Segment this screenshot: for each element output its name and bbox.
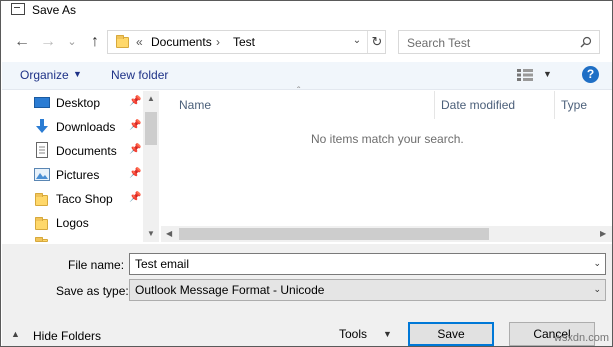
save-options-area: File name: Test email ⌄ Save as type: Ou… <box>2 244 612 346</box>
folder-icon <box>35 193 48 206</box>
address-divider <box>367 31 368 53</box>
scrollbar-thumb[interactable] <box>145 112 157 145</box>
breadcrumb-documents[interactable]: Documents <box>151 35 212 49</box>
window-icon <box>11 3 25 15</box>
document-icon <box>36 142 48 158</box>
save-as-type-select[interactable]: Outlook Message Format - Unicode ⌄ <box>129 279 606 301</box>
tools-button[interactable]: Tools <box>339 327 367 341</box>
save-button[interactable]: Save <box>408 322 494 346</box>
pin-icon: 📌 <box>129 168 142 179</box>
save-as-type-value: Outlook Message Format - Unicode <box>135 283 325 297</box>
column-divider <box>434 91 435 119</box>
file-name-label: File name: <box>68 258 125 272</box>
sort-indicator-icon: ˆ <box>297 86 301 97</box>
column-divider <box>554 91 555 119</box>
folder-icon <box>35 217 48 230</box>
save-as-type-label: Save as type: <box>56 284 129 298</box>
help-icon[interactable]: ? <box>582 66 599 83</box>
scroll-right-icon[interactable]: ▶ <box>600 229 606 238</box>
title-bar: Save As <box>1 1 612 21</box>
pictures-icon <box>34 168 50 181</box>
overflow-chevron[interactable]: « <box>136 35 143 49</box>
empty-folder-message: No items match your search. <box>311 132 464 146</box>
search-input[interactable]: Search Test <box>407 36 470 50</box>
column-header-type[interactable]: Type <box>561 98 587 112</box>
organize-button[interactable]: Organize <box>20 68 69 82</box>
file-list-scrollbar[interactable]: ◀ ▶ <box>161 226 612 242</box>
pin-icon: 📌 <box>129 120 142 131</box>
window-title: Save As <box>32 3 77 17</box>
collapse-icon[interactable]: ▲ <box>11 329 20 339</box>
new-folder-button[interactable]: New folder <box>111 68 168 82</box>
scroll-down-icon[interactable]: ▼ <box>147 229 155 238</box>
scroll-left-icon[interactable]: ◀ <box>166 229 172 238</box>
forward-button[interactable]: → <box>39 32 57 52</box>
hide-folders-button[interactable]: Hide Folders <box>33 329 101 343</box>
sidebar-item-label: Documents <box>56 144 117 158</box>
navigation-pane: Desktop 📌 Downloads 📌 Documents 📌 Pictur… <box>2 91 159 242</box>
address-dropdown-icon[interactable]: ⌄ <box>350 35 364 46</box>
chevron-down-icon[interactable]: ⌄ <box>593 258 601 269</box>
scrollbar-thumb[interactable] <box>179 228 489 240</box>
download-icon <box>36 119 48 133</box>
file-name-field[interactable]: Test email ⌄ <box>129 253 606 275</box>
sidebar-item-label: Desktop <box>56 96 101 110</box>
file-name-value[interactable]: Test email <box>135 257 189 271</box>
folder-icon <box>116 35 129 48</box>
breadcrumb-separator: › <box>216 35 220 49</box>
recent-locations-button[interactable]: ⌄ <box>65 32 79 52</box>
up-button[interactable]: ↑ <box>87 32 103 52</box>
column-header-name[interactable]: Name <box>179 98 211 112</box>
pin-icon: 📌 <box>129 96 142 107</box>
organize-dropdown-icon[interactable]: ▼ <box>73 69 82 79</box>
search-box[interactable]: Search Test <box>398 30 600 54</box>
command-bar: Organize ▼ New folder ▼ ? <box>2 62 612 90</box>
breadcrumb-test[interactable]: Test <box>233 35 255 49</box>
back-button[interactable]: ← <box>13 32 31 52</box>
chevron-down-icon[interactable]: ⌄ <box>593 284 601 295</box>
file-list-pane: ˆ Name Date modified Type No items match… <box>161 86 612 242</box>
folder-icon <box>35 237 48 242</box>
navigation-scrollbar[interactable]: ▲ ▼ <box>143 91 159 242</box>
sidebar-item-label: Taco Shop <box>56 192 113 206</box>
tools-dropdown-icon[interactable]: ▼ <box>383 329 392 339</box>
save-as-dialog: Save As ← → ⌄ ↑ « Documents › Test ⌄ ↻ S… <box>0 0 613 347</box>
pin-icon: 📌 <box>129 144 142 155</box>
watermark: wsxdn.com <box>553 332 609 344</box>
scroll-up-icon[interactable]: ▲ <box>147 94 155 103</box>
refresh-icon[interactable]: ↻ <box>370 34 384 50</box>
sidebar-item-label: Downloads <box>56 120 116 134</box>
column-header-date-modified[interactable]: Date modified <box>441 98 515 112</box>
view-dropdown-icon[interactable]: ▼ <box>543 69 552 79</box>
sidebar-item-label: Pictures <box>56 168 100 182</box>
address-bar[interactable]: « Documents › Test ⌄ ↻ <box>107 30 386 54</box>
pin-icon: 📌 <box>129 192 142 203</box>
sidebar-item-label: Logos <box>56 216 89 230</box>
desktop-icon <box>34 97 50 108</box>
view-options-icon[interactable] <box>517 69 533 81</box>
search-icon[interactable] <box>580 36 592 48</box>
